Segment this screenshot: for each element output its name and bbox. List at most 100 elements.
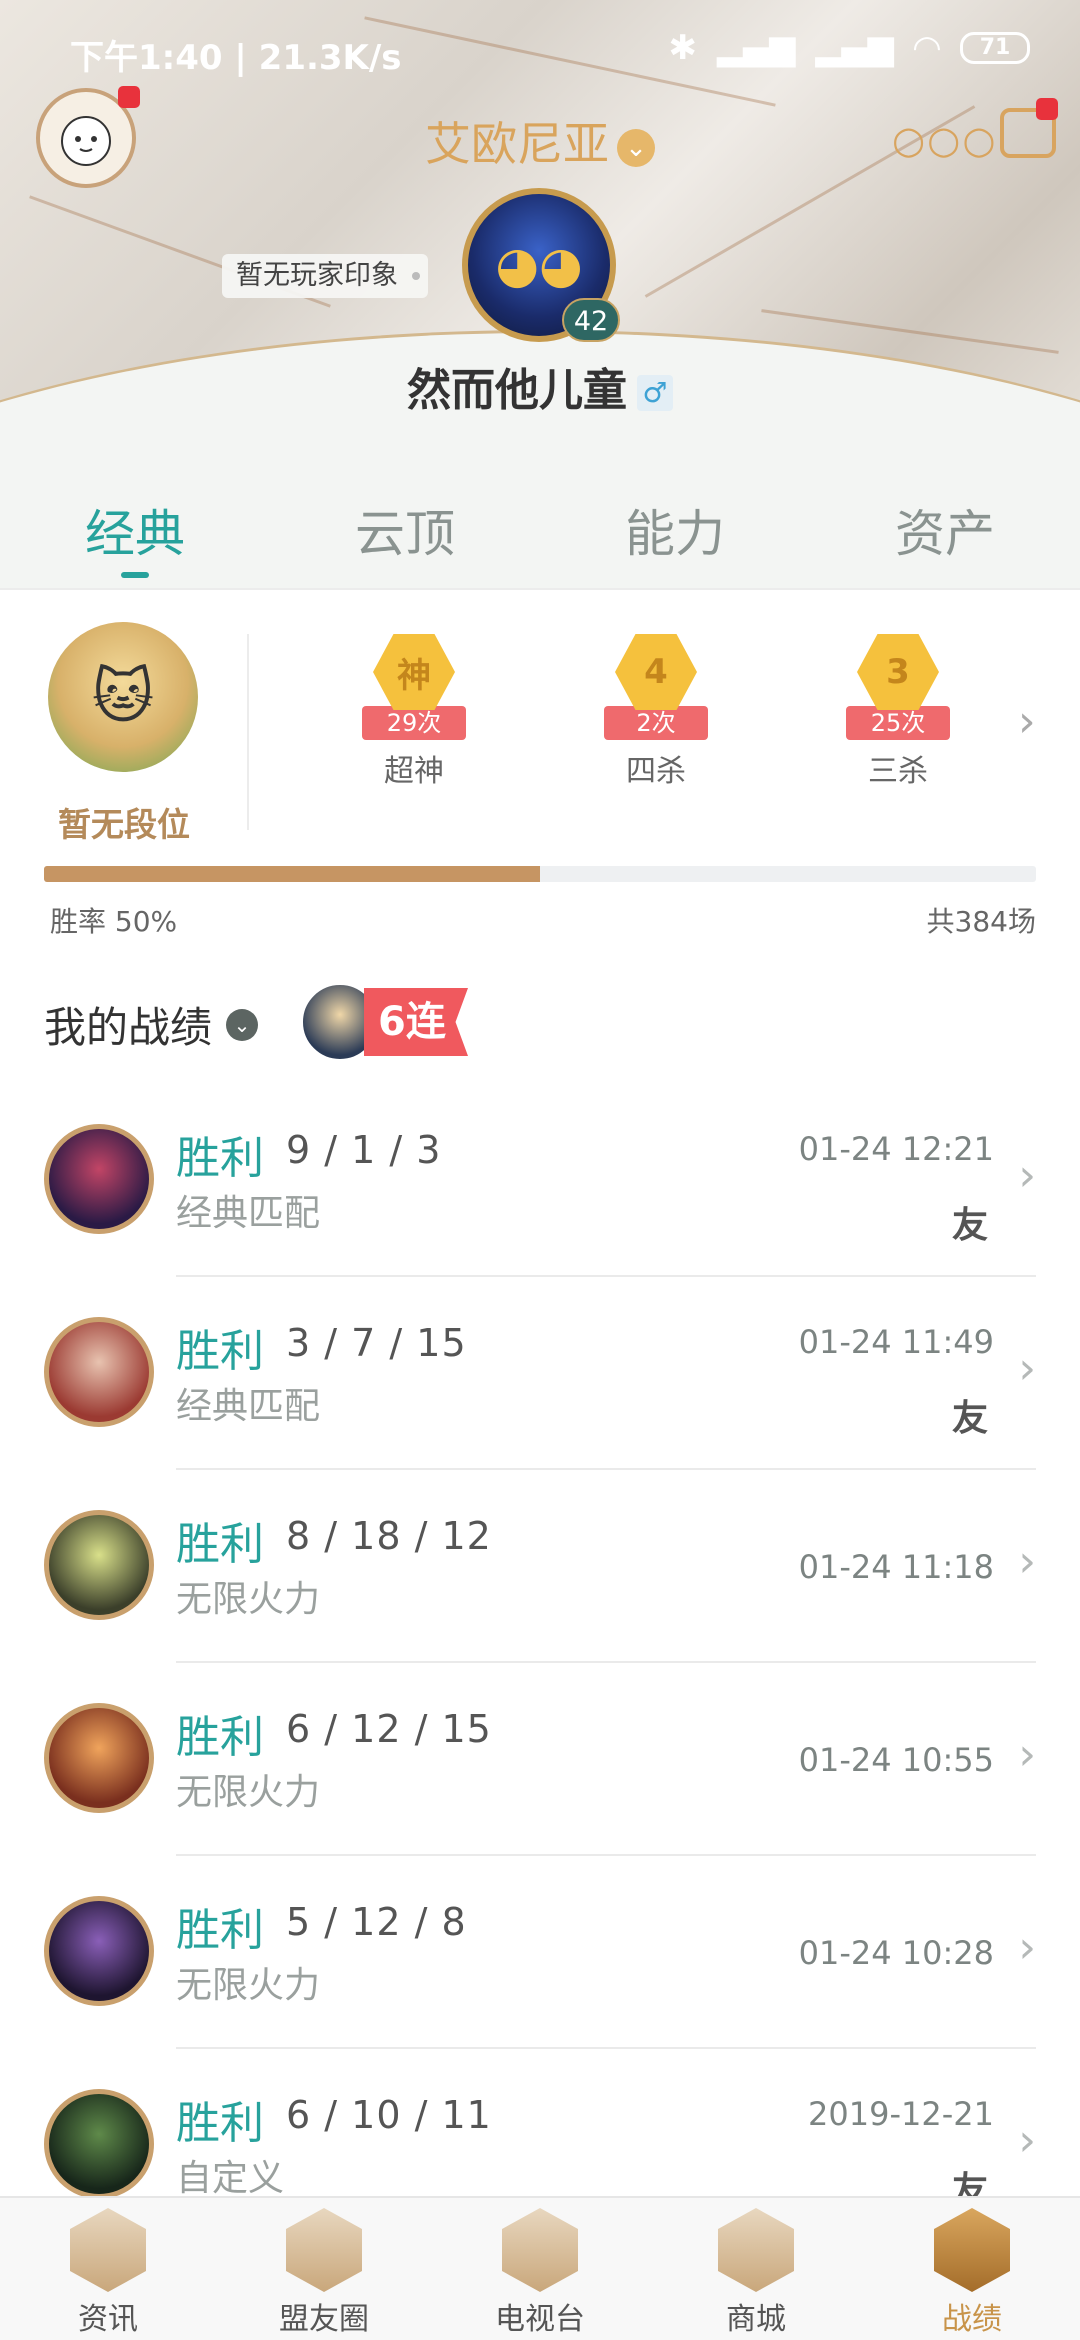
- match-time: 01-24 10:55: [798, 1741, 994, 1779]
- status-bar: 下午1:40 | 21.3K/s ✱ ▂▄▆ ▂▄▆ ◠ 71: [0, 0, 1080, 100]
- match-time: 01-24 11:49: [798, 1323, 994, 1361]
- tv-icon: [502, 2208, 578, 2292]
- match-row[interactable]: 胜利 9 / 1 / 3 经典匹配 01-24 12:21 友 ›: [0, 1084, 1080, 1277]
- honors-section[interactable]: 🐱 暂无段位 神 29次 超神 4 2次 四杀 3 25次 三杀 ›: [0, 610, 1080, 850]
- medal-label: 三杀: [868, 754, 928, 789]
- match-result: 胜利: [176, 1519, 264, 1570]
- champion-avatar: [44, 1896, 154, 2006]
- bottom-navigation: 资讯 盟友圈 电视台 商城 战绩: [0, 2196, 1080, 2340]
- winrate-bar-fill: [44, 866, 540, 882]
- match-result: 胜利: [176, 1133, 264, 1184]
- chevron-right-icon[interactable]: ›: [1018, 696, 1036, 747]
- match-row[interactable]: 胜利 8 / 18 / 12 无限火力 01-24 11:18 ›: [0, 1470, 1080, 1663]
- my-record-title: 我的战绩: [44, 1003, 213, 1052]
- win-streak-badge: 6连胜: [300, 980, 470, 1064]
- medal-badge-icon: 神: [373, 634, 455, 710]
- medal-count: 29次: [362, 706, 466, 740]
- divider: [247, 634, 249, 830]
- nav-label: 资讯: [78, 2302, 138, 2337]
- nav-record[interactable]: 战绩: [864, 2198, 1080, 2340]
- champion-avatar: [44, 1124, 154, 1234]
- nav-label: 战绩: [942, 2302, 1002, 2337]
- match-mode: 无限火力: [176, 1965, 321, 2006]
- signal-hd-icon: ▂▄▆: [815, 28, 894, 68]
- match-row[interactable]: 胜利 3 / 7 / 15 经典匹配 01-24 11:49 友 ›: [0, 1277, 1080, 1470]
- medal-quadra-kill: 4 2次 四杀: [586, 634, 726, 790]
- friends-circle-icon: [286, 2208, 362, 2292]
- winrate-bar: [44, 866, 1036, 882]
- store-icon: [718, 2208, 794, 2292]
- match-mode: 无限火力: [176, 1772, 321, 1813]
- match-time: 01-24 10:28: [798, 1934, 994, 1972]
- match-time: 2019-12-21: [808, 2095, 994, 2133]
- match-time: 01-24 12:21: [798, 1130, 994, 1168]
- medal-badge-icon: 4: [615, 634, 697, 710]
- chevron-right-icon: ›: [1018, 1150, 1036, 1201]
- champion-avatar: [44, 1317, 154, 1427]
- medal-legendary: 神 29次 超神: [344, 634, 484, 790]
- hero-face-icon: ◕◕: [495, 236, 583, 294]
- wifi-icon: ◠: [913, 28, 940, 68]
- medal-triple-kill: 3 25次 三杀: [828, 634, 968, 790]
- match-result: 胜利: [176, 2098, 264, 2149]
- streak-label: 6连胜: [364, 988, 468, 1056]
- news-icon: [70, 2208, 146, 2292]
- chevron-down-icon: ⌄: [617, 128, 655, 167]
- status-time: 下午1:40 | 21.3K/s: [70, 38, 402, 78]
- medal-label: 超神: [384, 754, 444, 789]
- match-result: 胜利: [176, 1905, 264, 1956]
- nav-store[interactable]: 商城: [648, 2198, 864, 2340]
- chat-notification-dot: [1036, 98, 1058, 120]
- medal-count: 25次: [846, 706, 950, 740]
- profile-header: 下午1:40 | 21.3K/s ✱ ▂▄▆ ▂▄▆ ◠ 71 艾欧尼亚 ⌄ ○○…: [0, 0, 1080, 480]
- chevron-right-icon: ›: [1018, 1729, 1036, 1780]
- match-mode: 经典匹配: [176, 1193, 321, 1234]
- chevron-right-icon: ›: [1018, 1922, 1036, 1973]
- server-name: 艾欧尼亚: [425, 117, 609, 171]
- match-kda: 3 / 7 / 15: [286, 1321, 467, 1365]
- tab-assets[interactable]: 资产: [810, 478, 1080, 588]
- match-kda: 9 / 1 / 3: [286, 1128, 442, 1172]
- medal-badge-icon: 3: [857, 634, 939, 710]
- rank-label: 暂无段位: [58, 805, 190, 844]
- more-options-icon[interactable]: ○○○: [892, 118, 997, 162]
- winrate-label: 胜率 50%: [50, 905, 178, 938]
- nav-label: 盟友圈: [279, 2302, 369, 2337]
- chevron-right-icon: ›: [1018, 2115, 1036, 2166]
- player-impression-tag[interactable]: 暂无玩家印象: [222, 254, 428, 298]
- my-record-header[interactable]: 我的战绩 ⌄: [44, 994, 259, 1055]
- rank-teemo-icon: 🐱: [48, 622, 198, 772]
- match-time: 01-24 11:18: [798, 1548, 994, 1586]
- match-mode: 经典匹配: [176, 1386, 321, 1427]
- match-result: 胜利: [176, 1326, 264, 1377]
- friend-tag: 友: [951, 1398, 988, 1439]
- match-row[interactable]: 胜利 5 / 12 / 8 无限火力 01-24 10:28 ›: [0, 1856, 1080, 2049]
- profile-tabs: 经典 云顶 能力 资产: [0, 478, 1080, 590]
- match-mode: 自定义: [176, 2158, 285, 2199]
- player-nickname: 然而他儿童 ♂: [0, 354, 1080, 418]
- match-kda: 8 / 18 / 12: [286, 1514, 492, 1558]
- match-row[interactable]: 胜利 6 / 12 / 15 无限火力 01-24 10:55 ›: [0, 1663, 1080, 1856]
- nav-news[interactable]: 资讯: [0, 2198, 216, 2340]
- record-icon: [934, 2208, 1010, 2292]
- champion-avatar: [44, 1703, 154, 1813]
- champion-avatar: [44, 2089, 154, 2199]
- app-root: 下午1:40 | 21.3K/s ✱ ▂▄▆ ▂▄▆ ◠ 71 艾欧尼亚 ⌄ ○○…: [0, 0, 1080, 2340]
- match-kda: 5 / 12 / 8: [286, 1900, 467, 1944]
- nav-tv[interactable]: 电视台: [432, 2198, 648, 2340]
- match-kda: 6 / 12 / 15: [286, 1707, 492, 1751]
- tab-ability[interactable]: 能力: [540, 478, 810, 588]
- tab-tft[interactable]: 云顶: [270, 478, 540, 588]
- friend-tag: 友: [951, 1205, 988, 1246]
- bluetooth-icon: ✱: [668, 28, 697, 68]
- battery-icon: 71: [960, 32, 1030, 64]
- nickname-text: 然而他儿童: [407, 365, 627, 416]
- champion-avatar: [44, 1510, 154, 1620]
- tab-classic[interactable]: 经典: [0, 478, 270, 588]
- nav-label: 电视台: [495, 2302, 585, 2337]
- chevron-down-icon: ⌄: [226, 1008, 259, 1041]
- medal-count: 2次: [604, 706, 708, 740]
- nav-label: 商城: [726, 2302, 786, 2337]
- nav-friends-circle[interactable]: 盟友圈: [216, 2198, 432, 2340]
- medal-label: 四杀: [626, 754, 686, 789]
